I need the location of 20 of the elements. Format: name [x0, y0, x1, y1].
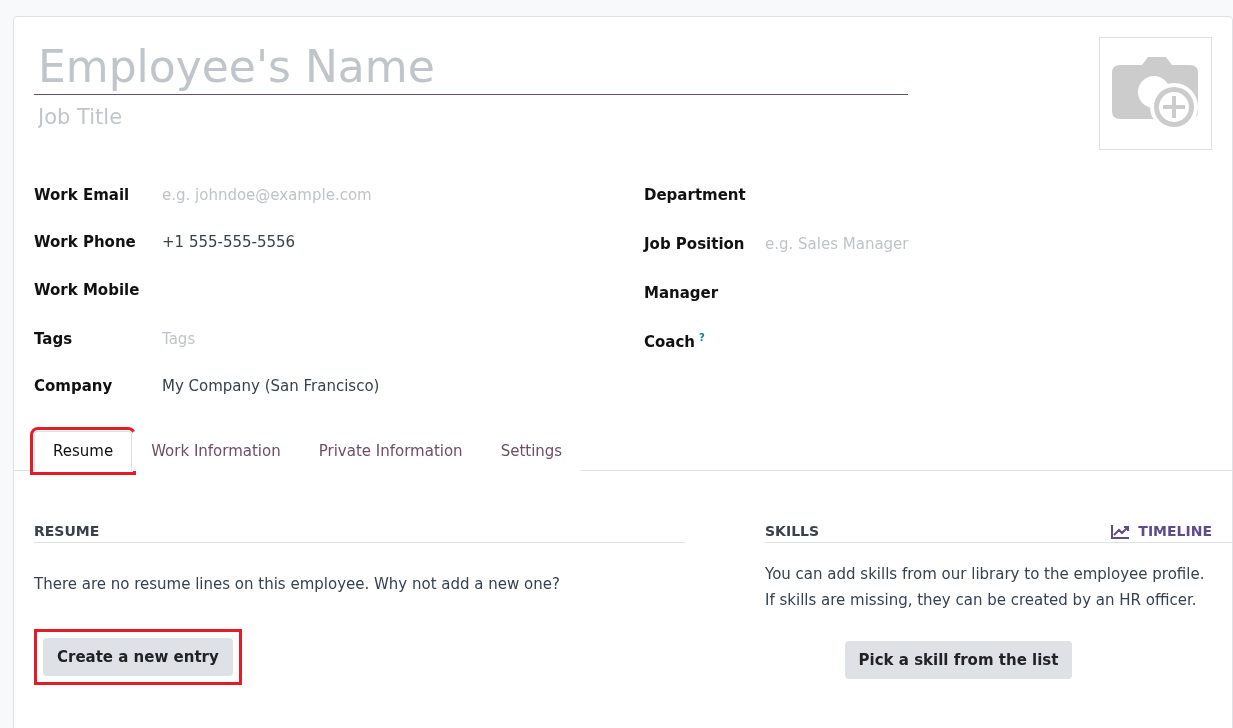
field-label: Tags	[34, 329, 74, 348]
section-heading: SKILLS	[765, 523, 820, 539]
field-label: Company	[34, 377, 114, 395]
skills-message: You can add skills from our library to the employee profile. If skills are missing, they can be created by an HR officer.	[765, 564, 1206, 611]
field-label: Work Phone	[34, 233, 137, 251]
pick-skill-button[interactable]: Pick a skill from the list	[844, 641, 1073, 679]
field-label: Coach $^{?}$	[644, 332, 706, 351]
section-heading: RESUME	[34, 523, 100, 539]
help-mark[interactable]: ?	[699, 332, 705, 343]
tab[interactable]: Work Information	[132, 431, 300, 471]
timeline-link[interactable]: TIMELINE	[1111, 523, 1232, 539]
field-label: Department	[644, 185, 747, 204]
create-entry-button[interactable]: Create a new entry	[43, 638, 233, 676]
field-label: Work Email	[34, 185, 131, 204]
field-label: Work Mobile	[34, 280, 141, 299]
line-chart-icon	[1111, 523, 1131, 539]
empty-message: There are no resume lines on this employee. Why not add a new one?	[34, 574, 561, 595]
field-label: Job Position	[644, 234, 746, 253]
field-label: Manager	[644, 283, 720, 302]
photo-upload[interactable]	[1099, 37, 1212, 150]
